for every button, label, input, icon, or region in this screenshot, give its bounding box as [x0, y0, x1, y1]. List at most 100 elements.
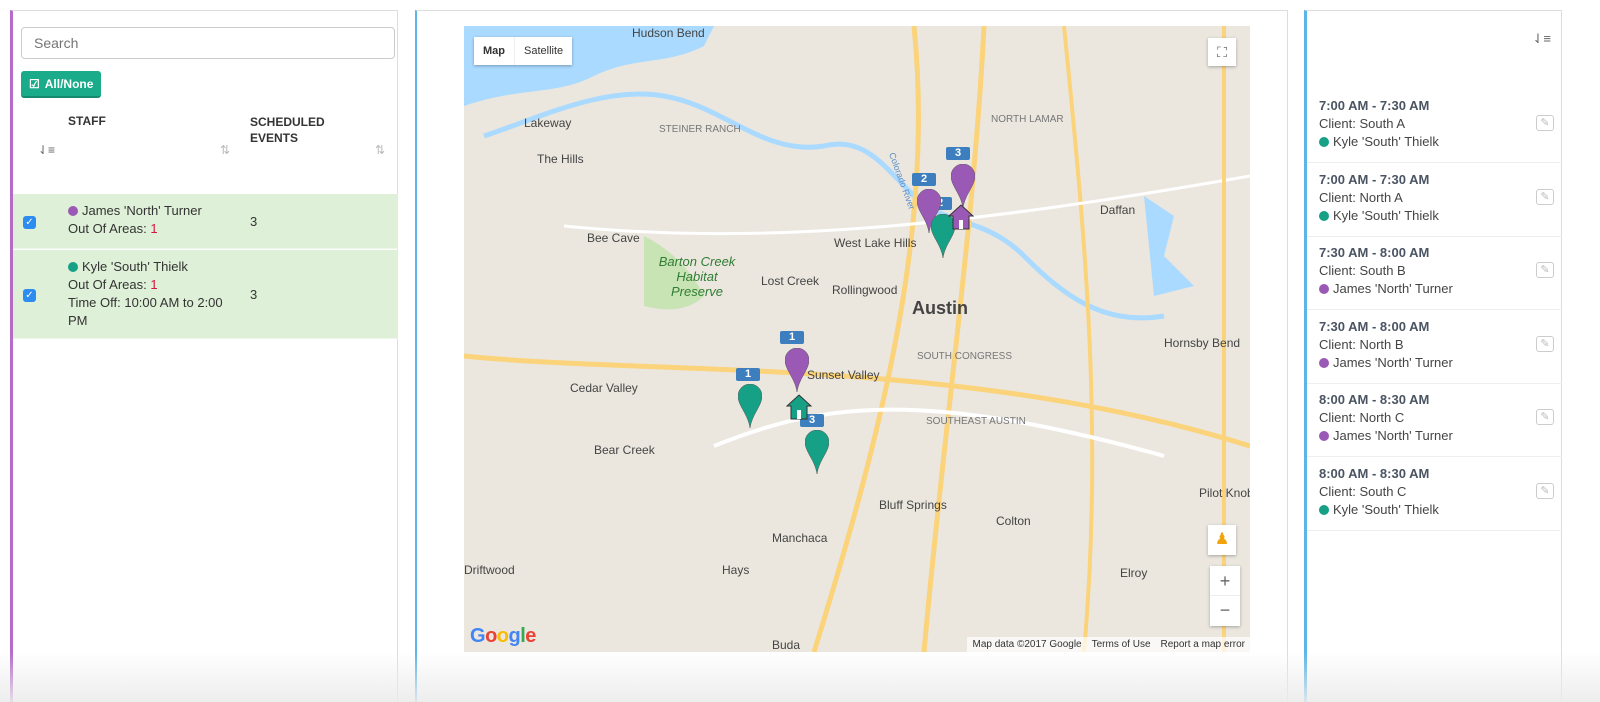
- staff-info: James 'North' Turner Out Of Areas: 1: [68, 202, 238, 238]
- event-time: 7:30 AM - 8:00 AM: [1319, 318, 1430, 334]
- sort-icon[interactable]: ⇃≡: [1533, 31, 1551, 47]
- edit-icon[interactable]: ✎: [1536, 335, 1554, 352]
- edit-icon[interactable]: ✎: [1536, 115, 1554, 131]
- event-item[interactable]: 8:00 AM - 8:30 AM Client: North C James …: [1307, 383, 1562, 457]
- sort-icon[interactable]: ⇃≡: [38, 143, 55, 157]
- staff-color-dot: [1319, 431, 1329, 441]
- home-icon[interactable]: [947, 204, 975, 235]
- event-item[interactable]: 7:00 AM - 7:30 AM Client: South A Kyle '…: [1307, 89, 1562, 163]
- out-of-areas-label: Out Of Areas:: [68, 277, 151, 292]
- event-client: Client: North C: [1319, 410, 1405, 425]
- event-staff: James 'North' Turner: [1333, 281, 1453, 296]
- map-place-label: Sunset Valley: [807, 368, 880, 382]
- map-place-label: Cedar Valley: [570, 381, 638, 395]
- event-client: Client: North B: [1319, 336, 1404, 352]
- event-client: Client: North A: [1319, 189, 1403, 205]
- map-place-label: West Lake Hills: [834, 236, 917, 250]
- map-type-map[interactable]: Map: [474, 37, 514, 65]
- map-place-label: Buda: [772, 638, 801, 652]
- map-marker-icon[interactable]: [804, 429, 830, 479]
- google-logo: Google: [470, 625, 536, 647]
- zoom-control: + −: [1210, 566, 1240, 626]
- event-client: Client: South C: [1319, 483, 1407, 499]
- out-of-areas-count: 1: [150, 277, 158, 292]
- staff-header[interactable]: STAFF: [68, 114, 106, 128]
- map-type-satellite[interactable]: Satellite: [514, 37, 572, 65]
- map-place-label: NORTH LAMAR: [991, 114, 1064, 125]
- staff-color-dot: [1319, 284, 1329, 294]
- staff-row[interactable]: ✓ Kyle 'South' Thielk Out Of Areas: 1 Ti…: [13, 250, 398, 339]
- map-marker-icon[interactable]: [737, 383, 763, 433]
- event-client: Client: South B: [1319, 263, 1406, 278]
- fullscreen-icon[interactable]: ⛶: [1208, 38, 1236, 66]
- map-type-control: Map Satellite: [474, 37, 573, 65]
- staff-checkbox[interactable]: ✓: [23, 288, 36, 302]
- out-of-areas-count: 1: [150, 221, 158, 236]
- zoom-out-button[interactable]: −: [1210, 596, 1240, 626]
- staff-info: Kyle 'South' Thielk Out Of Areas: 1 Time…: [68, 258, 238, 330]
- scheduled-events-header[interactable]: SCHEDULED EVENTS: [250, 114, 350, 146]
- pegman-icon[interactable]: ♟: [1208, 525, 1236, 555]
- event-staff: James 'North' Turner: [1333, 354, 1453, 370]
- zoom-in-button[interactable]: +: [1210, 566, 1240, 596]
- map-place-label: STEINER RANCH: [659, 124, 741, 135]
- event-item[interactable]: 7:00 AM - 7:30 AM Client: North A Kyle '…: [1307, 163, 1562, 237]
- event-client: Client: South A: [1319, 116, 1405, 131]
- map-place-label: SOUTH CONGRESS: [917, 351, 1013, 362]
- event-item[interactable]: 7:30 AM - 8:00 AM Client: South B James …: [1307, 236, 1562, 310]
- map-place-label: Rollingwood: [832, 283, 898, 297]
- map-cluster-badge[interactable]: 3: [946, 147, 971, 160]
- map-cluster-badge[interactable]: 2: [912, 173, 937, 186]
- map-place-label: SOUTHEAST AUSTIN: [926, 416, 1026, 427]
- map-cluster-badge[interactable]: 1: [780, 331, 805, 344]
- events-count: 3: [250, 213, 258, 229]
- map-attribution: Map data ©2017 Google Terms of Use Repor…: [967, 637, 1250, 652]
- map-place-label: Hornsby Bend: [1164, 336, 1241, 350]
- map-place-label: Bear Creek: [594, 443, 655, 457]
- event-item[interactable]: 7:30 AM - 8:00 AM Client: North B James …: [1307, 310, 1562, 384]
- event-staff: James 'North' Turner: [1333, 428, 1453, 443]
- event-staff: Kyle 'South' Thielk: [1333, 501, 1439, 517]
- map-data-text: Map data ©2017 Google: [972, 639, 1082, 650]
- edit-icon[interactable]: ✎: [1536, 482, 1554, 499]
- map[interactable]: Hudson Bend Lakeway STEINER RANCH The Hills…: [464, 26, 1250, 652]
- staff-row[interactable]: ✓ James 'North' Turner Out Of Areas: 1 3: [13, 194, 398, 249]
- event-time: 7:30 AM - 8:00 AM: [1319, 245, 1430, 260]
- event-item[interactable]: 8:00 AM - 8:30 AM Client: South C Kyle '…: [1307, 457, 1562, 531]
- map-panel: Hudson Bend Lakeway STEINER RANCH The Hills…: [415, 10, 1288, 702]
- staff-color-dot: [68, 206, 78, 216]
- all-none-button[interactable]: ☑ All/None: [21, 71, 102, 98]
- map-place-label: Bluff Springs: [879, 498, 947, 512]
- checkbox-icon: ☑: [29, 76, 40, 91]
- map-place-label: Austin: [912, 298, 968, 318]
- map-place-label: Hudson Bend: [632, 26, 705, 40]
- sort-staff-icon[interactable]: ⇅: [220, 143, 230, 157]
- events-panel: ⇃≡ 7:00 AM - 7:30 AM Client: South A Kyl…: [1304, 10, 1562, 702]
- event-staff: Kyle 'South' Thielk: [1333, 134, 1439, 149]
- staff-color-dot: [1319, 210, 1329, 221]
- map-base: [464, 26, 1250, 652]
- terms-link[interactable]: Terms of Use: [1092, 639, 1151, 650]
- event-staff: Kyle 'South' Thielk: [1333, 207, 1439, 223]
- edit-icon[interactable]: ✎: [1536, 262, 1554, 278]
- home-icon[interactable]: [785, 394, 813, 425]
- staff-color-dot: [68, 262, 78, 272]
- search-input[interactable]: [21, 27, 395, 59]
- staff-color-dot: [1319, 137, 1329, 147]
- map-place-label: Hays: [722, 563, 750, 577]
- map-place-label: Colton: [996, 514, 1031, 528]
- sort-events-icon[interactable]: ⇅: [375, 143, 385, 157]
- edit-icon[interactable]: ✎: [1536, 188, 1554, 205]
- edit-icon[interactable]: ✎: [1536, 409, 1554, 425]
- staff-name: James 'North' Turner: [82, 203, 202, 218]
- staff-checkbox[interactable]: ✓: [23, 215, 36, 229]
- time-off: Time Off: 10:00 AM to 2:00 PM: [68, 295, 223, 328]
- map-place-label: Pilot Knob: [1199, 486, 1250, 500]
- out-of-areas-label: Out Of Areas:: [68, 221, 151, 236]
- event-time: 7:00 AM - 7:30 AM: [1319, 98, 1430, 113]
- map-marker-icon[interactable]: [784, 347, 810, 397]
- report-error-link[interactable]: Report a map error: [1161, 639, 1245, 650]
- map-cluster-badge[interactable]: 1: [736, 368, 761, 381]
- event-time: 7:00 AM - 7:30 AM: [1319, 171, 1430, 187]
- map-place-label: Manchaca: [772, 531, 828, 545]
